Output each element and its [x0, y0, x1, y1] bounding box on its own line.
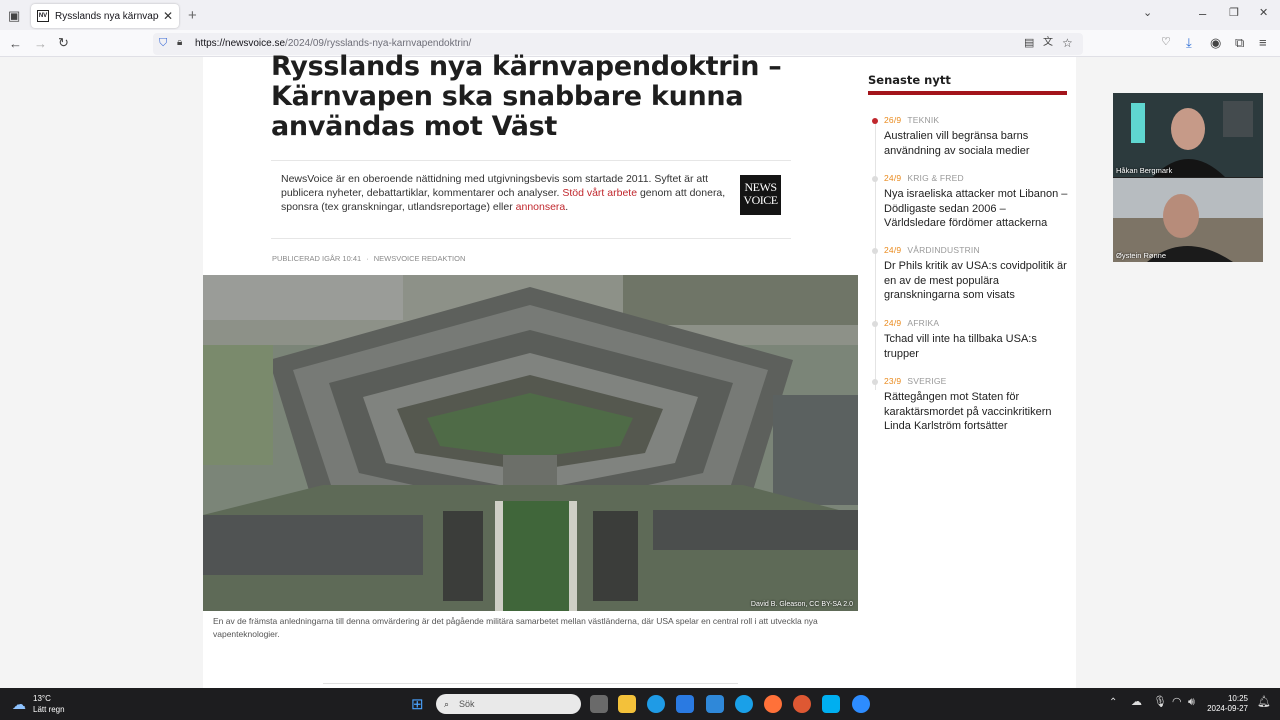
weather-cloud-icon: ☁ — [12, 696, 26, 712]
news-item-link[interactable]: Australien vill begränsa barns användnin… — [884, 129, 1069, 158]
timeline-dot — [872, 118, 878, 124]
intro-paragraph: NewsVoice är en oberoende nättidning med… — [281, 173, 726, 213]
wifi-icon[interactable]: ◠ — [1172, 697, 1182, 708]
news-item[interactable]: 24/9 Krig & Fred Nya israeliska attacker … — [872, 173, 1069, 231]
article-photo: David B. Gleason, CC BY-SA 2.0 — [203, 275, 858, 611]
download-icon[interactable]: ⤓ — [1186, 36, 1192, 49]
tab-bar: ▣ NV Rysslands nya kärnvapendoktrin ✕ + … — [0, 0, 1280, 30]
minimize-icon[interactable]: – — [1199, 7, 1206, 20]
timeline-dot — [872, 176, 878, 182]
video-call-panel: Håkan Bergmark Øystein Rønne — [1113, 93, 1263, 262]
article-headline: Rysslands nya kärnvapendoktrin – Kärnvap… — [271, 51, 782, 142]
app-icon[interactable] — [706, 695, 724, 713]
news-item[interactable]: 24/9 Afrika Tchad vill inte ha tillbaka U… — [872, 318, 1069, 361]
tab-title: Rysslands nya kärnvapendoktrin — [55, 10, 159, 22]
news-item[interactable]: 24/9 Vårdindustrin Dr Phils kritik av USA… — [872, 245, 1069, 303]
taskbar-clock[interactable]: 10:25 2024-09-27 — [1207, 694, 1248, 714]
lock-icon[interactable]: 🔒︎ — [177, 38, 182, 48]
news-item-link[interactable]: Rättegången mot Staten för karaktärsmord… — [884, 390, 1069, 434]
chevron-down-icon[interactable]: ⌄ — [1143, 8, 1152, 19]
news-item[interactable]: 23/9 Sverige Rättegången mot Staten för k… — [872, 376, 1069, 434]
edge-icon[interactable] — [647, 695, 665, 713]
newsvoice-logo: NEWS VOICE — [740, 175, 781, 215]
sidebar-title: Senaste nytt — [868, 73, 951, 87]
cloud-icon[interactable]: ☁ — [1131, 697, 1142, 708]
intro-box: NewsVoice är en oberoende nättidning med… — [271, 160, 791, 239]
back-icon[interactable]: ← — [9, 37, 22, 50]
timeline-dot — [872, 248, 878, 254]
article-meta: Publicerad igår 10:41 · NewsVoice redaktio… — [272, 254, 466, 263]
weather-widget[interactable]: 13°C Lätt regn — [33, 693, 65, 715]
taskbar-search[interactable]: ⌕ Sök — [436, 694, 581, 714]
notification-bell-icon[interactable]: 🔔︎ — [1257, 697, 1271, 708]
timeline-dot — [872, 321, 878, 327]
duckduckgo-icon[interactable] — [793, 695, 811, 713]
newsvoice-favicon-icon: NV — [37, 10, 49, 22]
tab-article[interactable]: NV Rysslands nya kärnvapendoktrin ✕ — [31, 4, 179, 28]
search-icon: ⌕ — [444, 699, 450, 709]
photo-caption: En av de främsta anledningarna till denn… — [213, 616, 818, 639]
photo-credit: David B. Gleason, CC BY-SA 2.0 — [750, 601, 853, 608]
reload-icon[interactable]: ↻ — [58, 36, 69, 49]
taskbar: ☁ 13°C Lätt regn ⊞ ⌕ Sök ⌃ ☁ 🎙︎ ◠ 🔊︎ 10:… — [0, 688, 1280, 720]
firefox-icon[interactable] — [764, 695, 782, 713]
news-item-link[interactable]: Dr Phils kritik av USA:s covidpolitik är… — [884, 259, 1069, 303]
pentagon-aerial-image — [203, 275, 858, 611]
close-window-icon[interactable]: ✕ — [1259, 8, 1268, 19]
news-item-link[interactable]: Tchad vill inte ha tillbaka USA:s truppe… — [884, 332, 1069, 361]
reader-view-icon[interactable]: ▤ — [1024, 38, 1034, 49]
restore-icon[interactable]: ❐ — [1229, 8, 1239, 19]
windows-start-icon[interactable]: ⊞ — [411, 697, 424, 712]
chevron-up-icon[interactable]: ⌃ — [1109, 698, 1117, 708]
translate-icon[interactable]: 文 — [1043, 38, 1053, 48]
support-link[interactable]: Stöd vårt arbete — [562, 187, 637, 199]
menu-icon[interactable]: ≡ — [1259, 36, 1267, 49]
pocket-icon[interactable]: ♡ — [1161, 37, 1171, 48]
author-link[interactable]: NewsVoice redaktion — [374, 254, 466, 263]
store-icon[interactable] — [676, 695, 694, 713]
microphone-icon[interactable]: 🎙︎ — [1153, 697, 1167, 708]
url-text[interactable]: https://newsvoice.se/2024/09/rysslands-n… — [195, 38, 471, 49]
new-tab-icon[interactable]: + — [188, 8, 197, 23]
account-icon[interactable]: ◉ — [1210, 36, 1221, 49]
forward-icon[interactable]: → — [34, 37, 47, 50]
zoom-icon[interactable] — [852, 695, 870, 713]
published-date: Publicerad igår 10:41 — [272, 254, 362, 263]
volume-icon[interactable]: 🔊︎ — [1188, 697, 1195, 708]
news-item-link[interactable]: Nya israeliska attacker mot Libanon – Dö… — [884, 187, 1069, 231]
extensions-icon[interactable]: ⧉ — [1235, 36, 1244, 49]
task-view-icon[interactable] — [590, 695, 608, 713]
participant-video-1: Håkan Bergmark — [1113, 93, 1263, 177]
skype-icon[interactable] — [822, 695, 840, 713]
participant-name-1: Håkan Bergmark — [1116, 166, 1173, 175]
close-tab-icon[interactable]: ✕ — [163, 9, 173, 23]
advertise-link[interactable]: annonsera — [516, 201, 566, 213]
news-item[interactable]: 26/9 Teknik Australien vill begränsa barn… — [872, 115, 1069, 158]
file-explorer-icon[interactable] — [618, 695, 636, 713]
shield-icon[interactable]: ⛉ — [159, 38, 167, 49]
timeline-dot — [872, 379, 878, 385]
participant-name-2: Øystein Rønne — [1116, 251, 1167, 260]
divider — [323, 683, 738, 684]
bookmark-star-icon[interactable]: ☆ — [1062, 37, 1073, 49]
tab-list-icon[interactable]: ▣ — [8, 9, 20, 22]
sidebar-title-underline — [868, 91, 1067, 95]
app-icon[interactable] — [735, 695, 753, 713]
participant-video-2: Øystein Rønne — [1113, 178, 1263, 262]
timeline-line — [875, 120, 876, 390]
